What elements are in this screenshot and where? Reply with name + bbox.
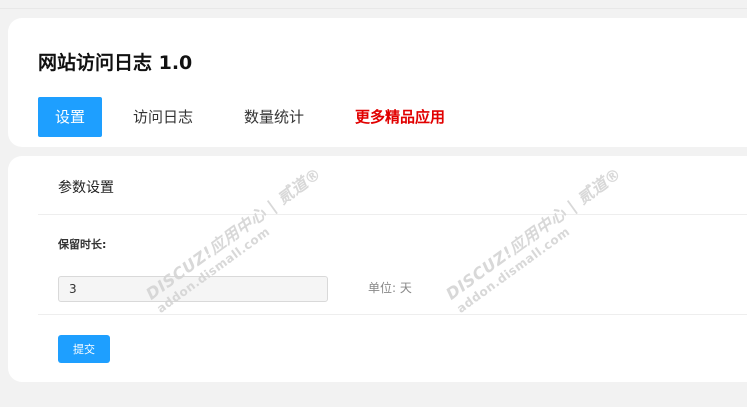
page-title: 网站访问日志 1.0	[38, 52, 193, 74]
form-divider	[38, 314, 747, 315]
section-divider	[38, 214, 747, 215]
tab-settings[interactable]: 设置	[38, 97, 102, 137]
tab-statistics[interactable]: 数量统计	[244, 97, 304, 137]
top-bar-divider	[0, 0, 747, 9]
retention-label: 保留时长:	[58, 238, 107, 251]
retention-input[interactable]	[58, 276, 328, 302]
tab-more-apps[interactable]: 更多精品应用	[355, 97, 445, 137]
retention-unit-hint: 单位: 天	[368, 281, 412, 295]
tab-access-log[interactable]: 访问日志	[133, 97, 193, 137]
section-title: 参数设置	[58, 180, 114, 196]
header-card: 网站访问日志 1.0 设置 访问日志 数量统计 更多精品应用	[8, 18, 747, 147]
submit-button[interactable]: 提交	[58, 335, 110, 363]
settings-card: 参数设置 保留时长: 单位: 天 提交	[8, 156, 747, 382]
